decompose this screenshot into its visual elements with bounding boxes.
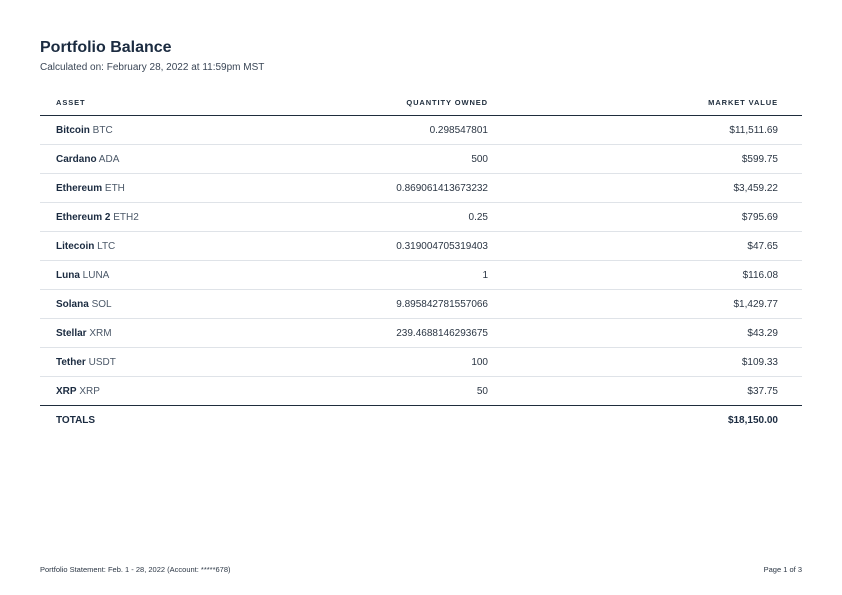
asset-name: Cardano <box>56 153 97 165</box>
asset-cell: Ethereum ETH <box>40 183 276 194</box>
market-value-cell: $47.65 <box>747 240 778 252</box>
market-value-cell: $11,511.69 <box>729 124 778 136</box>
asset-symbol: ETH2 <box>113 211 139 223</box>
header-quantity-owned: QUANTITY OWNED <box>406 98 488 107</box>
market-value-cell: $795.69 <box>741 211 778 223</box>
asset-name: Bitcoin <box>56 124 90 136</box>
header-market-value: MARKET VALUE <box>708 98 778 107</box>
asset-name: Tether <box>56 356 86 368</box>
market-value-cell: $116.08 <box>742 269 778 281</box>
asset-cell: Bitcoin BTC <box>40 125 276 136</box>
quantity-cell: 9.895842781557066 <box>396 298 488 310</box>
asset-cell: Luna LUNA <box>40 270 276 281</box>
page-title: Portfolio Balance <box>40 39 172 56</box>
totals-label: TOTALS <box>56 414 96 426</box>
table-row: XRP XRP 50 $37.75 <box>40 377 802 406</box>
market-value-cell: $43.29 <box>747 327 778 339</box>
table-row: Bitcoin BTC 0.298547801 $11,511.69 <box>40 116 802 145</box>
asset-cell: Solana SOL <box>40 299 276 310</box>
portfolio-table: ASSET QUANTITY OWNED MARKET VALUE Bitcoi… <box>40 90 802 434</box>
table-row: Solana SOL 9.895842781557066 $1,429.77 <box>40 290 802 319</box>
asset-name: Solana <box>56 298 89 310</box>
quantity-cell: 0.869061413673232 <box>396 182 488 194</box>
quantity-cell: 50 <box>476 385 488 397</box>
table-row: Luna LUNA 1 $116.08 <box>40 261 802 290</box>
totals-row: TOTALS $18,150.00 <box>40 406 802 434</box>
table-row: Litecoin LTC 0.319004705319403 $47.65 <box>40 232 802 261</box>
header-asset: ASSET <box>56 98 86 107</box>
market-value-cell: $109.33 <box>741 356 778 368</box>
table-row: Cardano ADA 500 $599.75 <box>40 145 802 174</box>
totals-value: $18,150.00 <box>727 414 778 426</box>
asset-symbol: ADA <box>98 153 120 165</box>
asset-symbol: ETH <box>104 182 125 194</box>
table-row: Ethereum 2 ETH2 0.25 $795.69 <box>40 203 802 232</box>
table-row: Stellar XRM 239.4688146293675 $43.29 <box>40 319 802 348</box>
page-number: Page 1 of 3 <box>763 565 802 574</box>
asset-name: XRP <box>56 385 77 397</box>
asset-cell: Ethereum 2 ETH2 <box>40 212 276 223</box>
asset-name: Ethereum <box>56 182 103 194</box>
market-value-cell: $599.75 <box>741 153 778 165</box>
calculation-date: Calculated on: February 28, 2022 at 11:5… <box>40 62 265 73</box>
quantity-cell: 239.4688146293675 <box>396 327 488 339</box>
asset-cell: Litecoin LTC <box>40 241 276 252</box>
asset-name: Litecoin <box>56 240 95 252</box>
quantity-cell: 100 <box>471 356 488 368</box>
market-value-cell: $1,429.77 <box>733 298 779 310</box>
asset-cell: Tether USDT <box>40 357 276 368</box>
market-value-cell: $3,459.22 <box>733 182 779 194</box>
quantity-cell: 500 <box>471 153 488 165</box>
asset-symbol: LUNA <box>82 269 110 281</box>
asset-symbol: USDT <box>88 356 116 368</box>
table-row: Tether USDT 100 $109.33 <box>40 348 802 377</box>
asset-symbol: LTC <box>97 240 116 252</box>
asset-symbol: XRP <box>79 385 100 397</box>
statement-footer: Portfolio Statement: Feb. 1 - 28, 2022 (… <box>40 565 231 574</box>
asset-name: Luna <box>56 269 80 281</box>
quantity-cell: 0.319004705319403 <box>396 240 488 252</box>
asset-cell: XRP XRP <box>40 386 276 397</box>
table-row: Ethereum ETH 0.869061413673232 $3,459.22 <box>40 174 802 203</box>
table-header-row: ASSET QUANTITY OWNED MARKET VALUE <box>40 90 802 116</box>
asset-name: Stellar <box>56 327 87 339</box>
asset-cell: Stellar XRM <box>40 328 276 339</box>
asset-symbol: SOL <box>91 298 112 310</box>
asset-cell: Cardano ADA <box>40 154 276 165</box>
quantity-cell: 0.25 <box>468 211 488 223</box>
asset-name: Ethereum 2 <box>56 211 111 223</box>
market-value-cell: $37.75 <box>747 385 778 397</box>
asset-symbol: XRM <box>89 327 112 339</box>
asset-symbol: BTC <box>92 124 113 136</box>
quantity-cell: 1 <box>482 269 488 281</box>
quantity-cell: 0.298547801 <box>429 124 488 136</box>
